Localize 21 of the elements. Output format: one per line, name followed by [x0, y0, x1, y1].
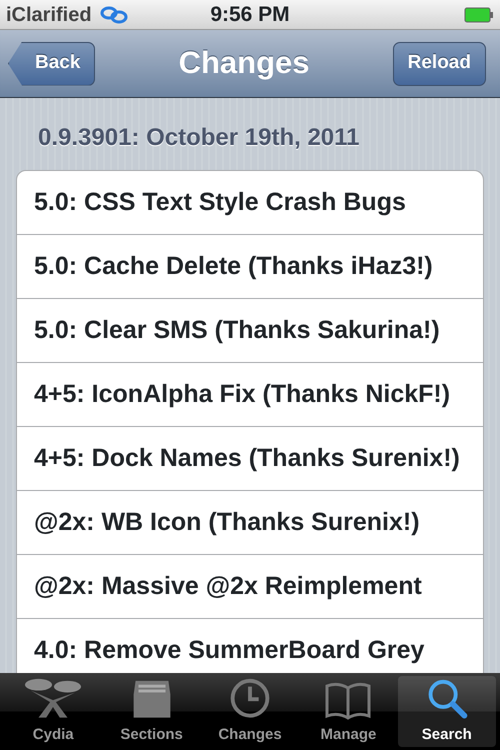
carrier-name: iClarified [6, 2, 92, 28]
clock-time: 9:56 PM [210, 2, 290, 28]
change-item[interactable]: 5.0: Clear SMS (Thanks Sakurina!) [17, 299, 483, 363]
tab-item[interactable]: Manage [299, 676, 398, 747]
tab-item[interactable]: Sections [102, 676, 201, 747]
tab-item[interactable]: Search [398, 676, 496, 747]
change-item[interactable]: 5.0: CSS Text Style Crash Bugs [17, 171, 483, 235]
change-item[interactable]: @2x: WB Icon (Thanks Surenix!) [17, 491, 483, 555]
change-item[interactable]: 4+5: Dock Names (Thanks Surenix!) [17, 427, 483, 491]
change-item[interactable]: 4+5: IconAlpha Fix (Thanks NickF!) [17, 363, 483, 427]
change-item[interactable]: @2x: Massive @2x Reimplement [17, 555, 483, 619]
reload-button[interactable]: Reload [392, 42, 486, 86]
back-button[interactable]: Back [8, 42, 96, 86]
clock-icon [228, 677, 272, 720]
battery-icon [464, 6, 494, 22]
section-header: 0.9.3901: October 19th, 2011 [37, 123, 361, 153]
tab-item[interactable]: Cydia [4, 676, 102, 747]
tab-item[interactable]: Changes [200, 676, 300, 747]
screen-title: Changes [178, 44, 310, 82]
link-rings-icon [100, 6, 128, 24]
change-item[interactable]: 5.0: Cache Delete (Thanks iHaz3!) [17, 235, 483, 299]
